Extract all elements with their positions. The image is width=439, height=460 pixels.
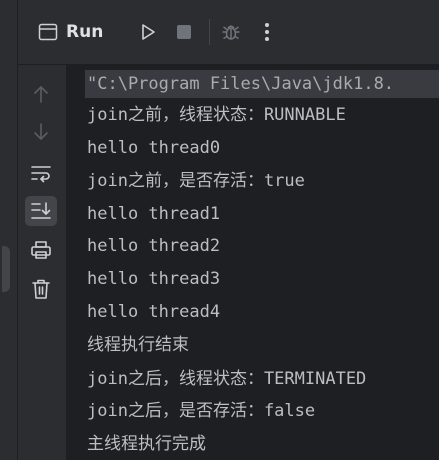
console-line: hello thread4 — [87, 302, 221, 322]
print-icon — [31, 241, 51, 259]
console-line: hello thread0 — [87, 138, 221, 158]
up-arrow-icon — [34, 86, 48, 103]
console-line: 主线程执行完成 — [87, 434, 206, 454]
toolbar-separator — [209, 19, 211, 45]
debug-icon — [222, 25, 240, 40]
console-command-line: "C:\Program Files\Java\jdk1.8. — [85, 70, 439, 98]
console-line: hello thread1 — [87, 204, 221, 224]
previous-occurrence-button[interactable] — [25, 79, 57, 109]
window-icon — [38, 22, 58, 42]
run-icon — [142, 24, 156, 40]
more-icon — [265, 23, 270, 41]
scroll-to-end-button[interactable] — [25, 196, 57, 226]
clear-all-button[interactable] — [25, 274, 57, 304]
console-line: hello thread2 — [87, 236, 221, 256]
edge-scrollbar[interactable] — [2, 246, 10, 292]
next-occurrence-button[interactable] — [25, 117, 57, 147]
console-toolbar — [18, 65, 67, 460]
tool-window-title[interactable]: Run — [66, 22, 103, 42]
print-button[interactable] — [25, 235, 57, 265]
console-output[interactable]: "C:\Program Files\Java\jdk1.8. join之前，线程… — [67, 65, 439, 460]
soft-wrap-icon — [31, 166, 51, 183]
scroll-to-end-icon — [31, 202, 51, 219]
stop-button[interactable] — [169, 17, 199, 47]
debug-button[interactable] — [216, 17, 246, 47]
left-edge-strip — [0, 0, 18, 460]
run-tool-window: Run "C:\Program Files\Java\jdk1.8. join之… — [18, 0, 439, 460]
console-line: hello thread3 — [87, 269, 221, 289]
console-line: 线程执行结束 — [87, 335, 189, 355]
down-arrow-icon — [34, 123, 48, 140]
soft-wrap-button[interactable] — [25, 158, 57, 188]
tool-window-header: Run — [18, 0, 439, 65]
console-line: join之后，线程状态：TERMINATED — [87, 369, 367, 389]
console-line: join之前，线程状态：RUNNABLE — [87, 105, 346, 125]
stop-icon — [177, 25, 192, 39]
console-line: join之前，是否存活：true — [87, 171, 305, 191]
trash-icon — [32, 279, 50, 299]
console-line: join之后，是否存活：false — [87, 401, 316, 421]
more-options-button[interactable] — [252, 17, 282, 47]
rerun-button[interactable] — [133, 17, 163, 47]
